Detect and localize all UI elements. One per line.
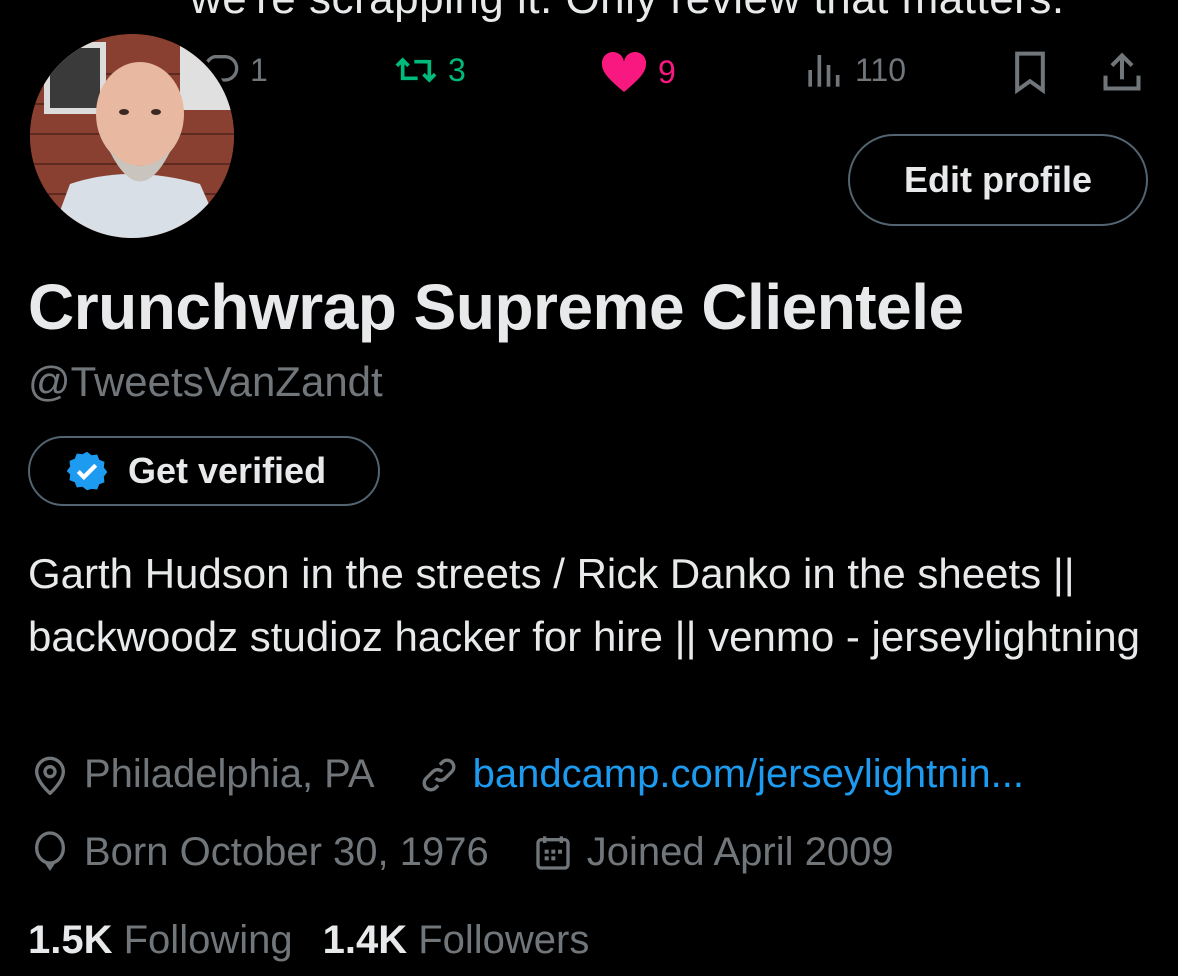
- birthday: Born October 30, 1976: [30, 830, 489, 875]
- tweet-text-cut: we're scrapping it. Only review that mat…: [190, 0, 1065, 24]
- website[interactable]: bandcamp.com/jerseylightnin...: [419, 752, 1024, 797]
- verified-badge-icon: [66, 451, 108, 491]
- handle: @TweetsVanZandt: [28, 358, 383, 405]
- heart-icon: [601, 51, 647, 92]
- avatar[interactable]: [26, 30, 238, 242]
- following-count: 1.5K: [28, 918, 113, 962]
- website-link[interactable]: bandcamp.com/jerseylightnin...: [473, 752, 1024, 797]
- share-icon: [1103, 52, 1141, 91]
- get-verified-button[interactable]: Get verified: [28, 436, 380, 506]
- edit-profile-button[interactable]: Edit profile: [848, 134, 1148, 226]
- display-name: Crunchwrap Supreme Clientele: [28, 271, 964, 343]
- get-verified-label: Get verified: [128, 450, 327, 491]
- location-pin-icon: [34, 756, 66, 795]
- bio: Garth Hudson in the streets / Rick Danko…: [28, 550, 1141, 660]
- location: Philadelphia, PA: [30, 752, 375, 797]
- like-count: 9: [658, 53, 676, 90]
- following-stat[interactable]: 1.5K Following: [28, 918, 293, 963]
- retweet-count: 3: [448, 51, 466, 88]
- share-button[interactable]: [1100, 50, 1144, 94]
- retweet-icon: [395, 57, 437, 83]
- balloon-icon: [35, 830, 65, 871]
- views-icon: [808, 55, 840, 87]
- followers-label: Followers: [418, 918, 590, 962]
- joined-text: Joined April 2009: [586, 830, 894, 874]
- avatar-photo: [30, 34, 234, 238]
- bookmark-icon: [1015, 51, 1045, 94]
- followers-stat[interactable]: 1.4K Followers: [323, 918, 590, 963]
- profile-meta-row-2: Born October 30, 1976 Joined April 2009: [30, 830, 894, 875]
- views-button[interactable]: 110: [805, 50, 906, 90]
- follow-stats: 1.5K Following 1.4K Followers: [28, 918, 619, 963]
- birthday-text: Born October 30, 1976: [84, 830, 489, 874]
- followers-count: 1.4K: [322, 918, 408, 962]
- retweet-button[interactable]: 3: [394, 50, 466, 90]
- following-label: Following: [123, 918, 293, 962]
- calendar-icon: [536, 835, 570, 870]
- location-text: Philadelphia, PA: [84, 752, 375, 796]
- link-icon: [422, 758, 455, 791]
- bookmark-button[interactable]: [1010, 50, 1050, 94]
- profile-meta-row-1: Philadelphia, PA bandcamp.com/jerseyligh…: [30, 752, 1024, 797]
- joined: Joined April 2009: [533, 830, 894, 875]
- reply-count: 1: [250, 51, 268, 88]
- like-button[interactable]: 9: [600, 50, 676, 94]
- views-count: 110: [855, 51, 907, 88]
